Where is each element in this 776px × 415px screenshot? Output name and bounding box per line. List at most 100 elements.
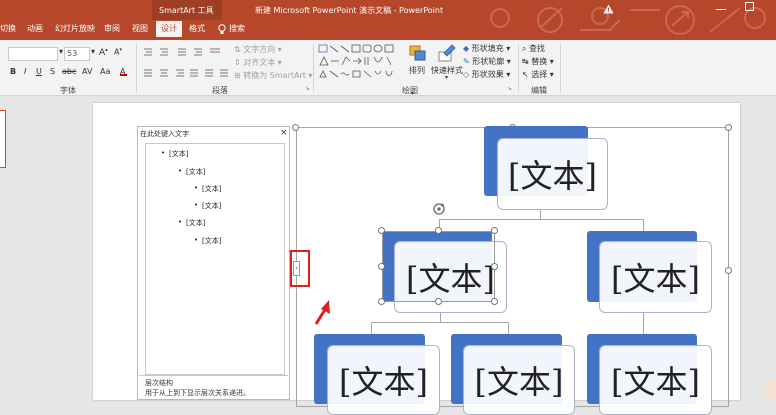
convert-smartart-label: 转换为 SmartArt (243, 71, 306, 80)
search-icon: ⌕ (522, 44, 527, 53)
quick-styles-icon[interactable] (438, 44, 456, 62)
underline-icon[interactable]: U (36, 67, 42, 76)
font-size-dropdown-icon[interactable]: ▾ (91, 47, 95, 56)
connector-line (439, 219, 643, 220)
drawing-group-label: 绘图 (402, 86, 418, 95)
paragraph-launcher-icon[interactable]: ↘ (305, 85, 310, 92)
change-case-icon[interactable]: Aa (100, 67, 110, 76)
shape-outline-label: 形状轮廓 (472, 57, 505, 66)
selection-outline (382, 231, 495, 302)
char-spacing-icon[interactable]: AV (82, 67, 92, 76)
frame-resize-handle[interactable] (725, 124, 732, 131)
paint-bucket-icon: ◆ (463, 44, 470, 53)
slide-thumbnail[interactable] (0, 110, 6, 168)
paragraph-group-label: 段落 (212, 86, 228, 95)
decrease-font-icon[interactable]: A▾ (114, 47, 122, 57)
minimize-icon[interactable] (716, 9, 726, 10)
rotate-handle-icon[interactable] (432, 202, 446, 216)
shapes-gallery[interactable] (318, 43, 404, 83)
node-resize-handle[interactable] (491, 227, 498, 234)
tab-animations[interactable]: 动画 (27, 24, 43, 34)
tab-transitions[interactable]: 切换 (0, 24, 16, 34)
text-pane[interactable]: 在此处键入文字 × [文本] [文本] [文本] [文本] [文本] [文本] … (137, 126, 290, 400)
increase-font-icon[interactable]: A▴ (99, 47, 108, 58)
list-item[interactable]: [文本] (194, 201, 222, 211)
list-item[interactable]: [文本] (178, 218, 206, 228)
node-resize-handle[interactable] (378, 227, 385, 234)
ribbon-separator (560, 44, 561, 92)
diagram-node-child[interactable]: [文本] (599, 345, 712, 415)
shape-effects-button[interactable]: ◇ 形状效果 ▾ (463, 69, 510, 80)
diagram-node-root[interactable]: [文本] (497, 138, 608, 210)
font-size-field[interactable]: 53 (64, 47, 90, 61)
replace-button[interactable]: ↹ 替换 ▾ (522, 56, 554, 67)
arrange-icon[interactable] (408, 44, 428, 62)
shape-outline-button[interactable]: ✎ 形状轮廓 ▾ (463, 56, 511, 67)
italic-icon[interactable]: I (24, 67, 26, 76)
shadow-icon[interactable]: S (50, 67, 55, 76)
diagram-node-child[interactable]: [文本] (327, 345, 440, 415)
context-tab-header: SmartArt 工具 (152, 0, 222, 20)
window-title: 新建 Microsoft PowerPoint 演示文稿 - PowerPoin… (255, 6, 444, 15)
frame-resize-handle[interactable] (292, 124, 299, 131)
ribbon-separator (518, 44, 519, 92)
close-icon[interactable]: × (280, 128, 288, 138)
bold-icon[interactable]: B (10, 67, 16, 76)
connector-line (371, 322, 509, 323)
align-text-button[interactable]: ⇕ 对齐文本 ▾ (234, 57, 282, 68)
shape-fill-button[interactable]: ◆ 形状填充 ▾ (463, 43, 510, 54)
layout-title: 层次结构 (145, 379, 173, 387)
convert-smartart-button[interactable]: ⊞ 转换为 SmartArt ▾ (234, 70, 312, 81)
list-item[interactable]: [文本] (161, 149, 189, 159)
align-text-label: 对齐文本 (243, 58, 276, 67)
warning-icon[interactable] (603, 4, 614, 14)
node-resize-handle[interactable] (378, 298, 385, 305)
lightbulb-icon (218, 24, 226, 34)
replace-icon: ↹ (522, 57, 529, 66)
replace-label: 替换 (531, 57, 548, 66)
font-name-dropdown-icon[interactable]: ▾ (59, 47, 63, 56)
text-pane-editor[interactable]: [文本] [文本] [文本] [文本] [文本] [文本] (145, 143, 285, 375)
list-item[interactable]: [文本] (178, 167, 206, 177)
node-resize-handle[interactable] (491, 298, 498, 305)
list-item[interactable]: [文本] (194, 184, 222, 194)
find-button[interactable]: ⌕ 查找 (522, 43, 545, 54)
pane-divider (139, 375, 288, 376)
connector-line (643, 313, 644, 335)
text-pane-toggle[interactable]: › (293, 261, 300, 276)
paragraph-tool-icons (144, 48, 228, 77)
editing-group-label: 编辑 (531, 86, 547, 95)
font-name-field[interactable] (8, 47, 58, 61)
ribbon-separator (313, 44, 314, 92)
node-resize-handle[interactable] (491, 263, 498, 270)
font-color-icon[interactable]: A (120, 68, 127, 76)
ribbon-separator (136, 44, 137, 92)
pen-icon: ✎ (463, 57, 470, 66)
diagram-node-child[interactable]: [文本] (463, 345, 575, 415)
arrange-button[interactable]: 排列 (409, 65, 425, 76)
tab-review[interactable]: 审阅 (104, 24, 120, 34)
connector-line (371, 322, 372, 334)
drawing-launcher-icon[interactable]: ↘ (507, 85, 512, 92)
tab-slideshow[interactable]: 幻灯片放映 (55, 24, 95, 34)
node-resize-handle[interactable] (435, 298, 442, 305)
tab-view[interactable]: 视图 (132, 24, 148, 34)
node-resize-handle[interactable] (378, 263, 385, 270)
restore-icon[interactable] (745, 2, 754, 11)
text-direction-button[interactable]: ⇅ 文字方向 ▾ (234, 44, 282, 55)
text-direction-label: 文字方向 (243, 45, 276, 54)
frame-resize-handle[interactable] (725, 267, 732, 274)
tab-design[interactable]: 设计 (156, 21, 182, 37)
panel-edge (765, 380, 776, 400)
diagram-node-right[interactable]: [文本] (599, 241, 712, 313)
red-arrow-icon (314, 300, 330, 325)
tell-me-search[interactable]: 搜索 (229, 24, 245, 34)
find-label: 查找 (529, 44, 546, 53)
context-tab-label: SmartArt 工具 (159, 6, 214, 15)
strikethrough-icon[interactable]: abc (62, 67, 76, 76)
node-resize-handle[interactable] (435, 227, 442, 234)
select-button[interactable]: ↖ 选择 ▾ (522, 69, 554, 80)
quick-styles-dropdown-icon[interactable]: ▾ (445, 74, 448, 81)
tab-format[interactable]: 格式 (189, 24, 205, 34)
list-item[interactable]: [文本] (194, 236, 222, 246)
